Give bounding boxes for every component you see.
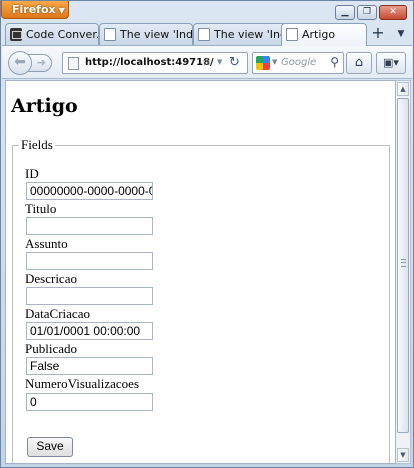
- tab-strip: Code Conver... The view 'Ind... The view…: [5, 23, 411, 46]
- tab-title: Code Conver...: [26, 28, 99, 41]
- page-icon: [68, 57, 79, 70]
- dropdown-arrow-icon: ▼: [58, 6, 65, 15]
- tab-title: The view 'Ind...: [214, 28, 286, 41]
- fields-fieldset: Fields ID 00000000-0000-0000-0000-000000…: [12, 137, 390, 463]
- label-titulo: Titulo: [25, 201, 57, 216]
- input-assunto[interactable]: [26, 252, 153, 270]
- page-icon: [104, 28, 116, 41]
- tab-title: Artigo: [302, 28, 336, 41]
- tab-artigo[interactable]: Artigo: [281, 23, 367, 46]
- browser-window: Firefox ▼ ▁ ❐ ✕ Code Conver... The view '…: [0, 0, 414, 468]
- back-icon[interactable]: ⬅: [8, 51, 32, 75]
- search-engine-dropdown-icon[interactable]: ▼: [272, 58, 277, 66]
- page-content: Artigo Fields ID 00000000-0000-0000-0000…: [5, 80, 396, 464]
- scroll-up-icon[interactable]: ▲: [397, 82, 409, 96]
- tab-title: The view 'Ind...: [120, 28, 193, 41]
- search-icon[interactable]: ⚲: [330, 55, 339, 69]
- back-forward-group: ➜ ⬅: [8, 51, 52, 75]
- reload-icon[interactable]: ↻: [229, 55, 240, 70]
- restore-icon[interactable]: ❐: [357, 5, 377, 20]
- close-icon[interactable]: ✕: [379, 5, 407, 20]
- label-publicado: Publicado: [25, 341, 77, 356]
- bookmark-star-icon[interactable]: ☆: [201, 55, 213, 70]
- firefox-menu-button[interactable]: Firefox ▼: [1, 1, 69, 19]
- scroll-grip-icon: [401, 259, 406, 267]
- input-publicado[interactable]: False: [26, 357, 153, 375]
- tab-code-converter[interactable]: Code Conver...: [5, 23, 99, 45]
- label-assunto: Assunto: [25, 236, 68, 251]
- tab-list-icon[interactable]: ▼: [392, 25, 410, 43]
- label-numerovisualizacoes: NumeroVisualizacoes: [25, 376, 140, 391]
- google-icon[interactable]: [256, 56, 270, 70]
- tab-view-index-1[interactable]: The view 'Ind...: [99, 23, 193, 45]
- input-datacriacao[interactable]: 01/01/0001 00:00:00: [26, 322, 153, 340]
- home-icon[interactable]: ⌂: [346, 52, 372, 74]
- label-descricao: Descricao: [25, 271, 77, 286]
- firefox-menu-label: Firefox: [12, 3, 56, 16]
- navigation-bar: ➜ ⬅ http://localhost:49718/ ☆ ▼ ↻ ▼ Goog…: [2, 45, 412, 79]
- page-title: Artigo: [11, 95, 78, 117]
- vertical-scrollbar[interactable]: ▲ ▼: [396, 80, 411, 464]
- scroll-down-icon[interactable]: ▼: [397, 448, 409, 462]
- input-titulo[interactable]: [26, 217, 153, 235]
- new-tab-button[interactable]: +: [368, 25, 388, 43]
- label-id: ID: [25, 166, 39, 181]
- page-icon: [198, 28, 210, 41]
- url-history-dropdown-icon[interactable]: ▼: [217, 58, 222, 66]
- search-bar[interactable]: ▼ Google ⚲: [252, 52, 344, 74]
- fieldset-legend: Fields: [21, 137, 53, 152]
- input-numerovisualizacoes[interactable]: 0: [26, 393, 153, 411]
- scroll-thumb[interactable]: [397, 98, 409, 433]
- minimize-icon[interactable]: ▁: [335, 5, 355, 20]
- url-bar[interactable]: http://localhost:49718/ ☆ ▼ ↻: [62, 52, 248, 74]
- url-text: http://localhost:49718/: [85, 57, 214, 68]
- label-datacriacao: DataCriacao: [25, 306, 90, 321]
- addons-menu-icon[interactable]: ▣▾: [376, 52, 406, 74]
- input-descricao[interactable]: [26, 287, 153, 305]
- tab-view-index-2[interactable]: The view 'Ind...: [193, 23, 287, 45]
- page-icon: [286, 28, 298, 41]
- search-placeholder: Google: [281, 57, 317, 68]
- input-id[interactable]: 00000000-0000-0000-0000-000000000000: [26, 182, 153, 200]
- window-controls: ▁ ❐ ✕: [335, 5, 407, 20]
- save-button[interactable]: Save: [27, 437, 73, 457]
- vs-icon: [10, 28, 22, 41]
